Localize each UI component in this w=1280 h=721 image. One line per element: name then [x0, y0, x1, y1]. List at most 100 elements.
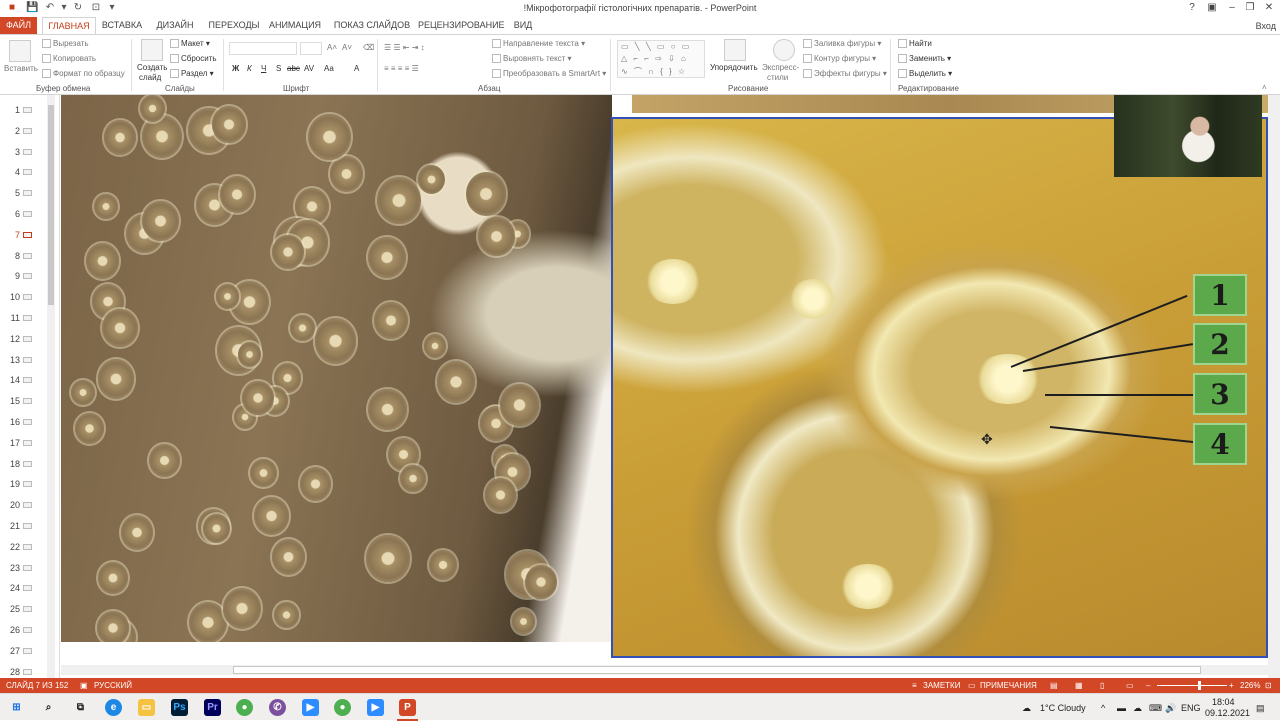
- thumbnail-number[interactable]: 27: [0, 646, 20, 656]
- font-color-button[interactable]: A: [354, 64, 359, 73]
- slide-thumbnail[interactable]: [23, 460, 32, 467]
- tab-view[interactable]: ВИД: [508, 17, 538, 34]
- search-icon[interactable]: ⌕: [40, 699, 57, 716]
- clock-date[interactable]: 09.12.2021: [1205, 708, 1250, 718]
- quick-styles-button[interactable]: Экспресс-: [762, 63, 799, 72]
- file-explorer-icon[interactable]: ▭: [138, 699, 155, 716]
- slide-thumbnail[interactable]: [23, 127, 32, 134]
- micrograph-left-image[interactable]: [61, 95, 612, 642]
- notes-icon[interactable]: ≡: [912, 681, 917, 690]
- thumbnail-number[interactable]: 1: [0, 105, 20, 115]
- thumbnail-number[interactable]: 16: [0, 417, 20, 427]
- clear-format-icon[interactable]: ⌫: [363, 43, 374, 52]
- slide-thumbnail[interactable]: [23, 647, 32, 654]
- slide-thumbnail[interactable]: [23, 523, 32, 529]
- notifications-icon[interactable]: ▤: [1256, 703, 1265, 714]
- start-icon[interactable]: ⊞: [8, 699, 25, 716]
- weather-text[interactable]: 1°C Cloudy: [1040, 703, 1086, 713]
- zoom-slider[interactable]: [1157, 685, 1227, 686]
- slide-thumbnail[interactable]: [23, 273, 32, 280]
- powerpoint-icon[interactable]: P: [399, 699, 416, 716]
- slide-thumbnail[interactable]: [23, 481, 32, 488]
- format-painter-button[interactable]: Формат по образцу: [42, 69, 125, 79]
- signin-link[interactable]: Вход: [1256, 21, 1276, 31]
- shape-fill-button[interactable]: Заливка фигуры ▾: [803, 39, 881, 49]
- replace-button[interactable]: Заменить ▾: [898, 54, 951, 64]
- fit-slide-icon[interactable]: ⊡: [1265, 681, 1272, 690]
- slide-thumbnail[interactable]: [23, 148, 32, 155]
- close-icon[interactable]: ✕: [1262, 1, 1276, 15]
- viber-icon[interactable]: ✆: [269, 699, 286, 716]
- thumbnail-number[interactable]: 7: [0, 230, 20, 240]
- reading-view-icon[interactable]: ▯: [1100, 681, 1104, 690]
- edge-icon[interactable]: e: [105, 699, 122, 716]
- help-icon[interactable]: ?: [1185, 1, 1199, 15]
- thumbnail-number[interactable]: 6: [0, 209, 20, 219]
- volume-icon[interactable]: 🔊: [1165, 703, 1176, 714]
- quick-styles-icon[interactable]: [773, 39, 795, 61]
- slide-thumbnail[interactable]: [23, 668, 32, 675]
- thumbnail-number[interactable]: 25: [0, 604, 20, 614]
- shapes-gallery[interactable]: ▭ ╲ ╲ ▭ ○ ▭ △ ⌐ ⌐ ⇨ ⇩ ⌂ ∿ ⌒ ∩ { } ☆: [617, 40, 705, 78]
- task-view-icon[interactable]: ⧉: [72, 699, 89, 716]
- slide-thumbnail[interactable]: [23, 439, 32, 446]
- new-slide-icon[interactable]: [141, 39, 163, 61]
- language-indicator-tray[interactable]: ENG: [1181, 703, 1201, 713]
- slide-thumbnail[interactable]: [23, 294, 32, 301]
- strikethrough-button[interactable]: abc: [287, 64, 300, 73]
- paste-button[interactable]: Вставить: [4, 64, 38, 73]
- slide-thumbnail[interactable]: [23, 543, 32, 550]
- slide-thumbnail[interactable]: [23, 211, 32, 217]
- language-indicator[interactable]: РУССКИЙ: [94, 681, 132, 690]
- select-button[interactable]: Выделить ▾: [898, 69, 952, 79]
- ribbon-display-icon[interactable]: ▣: [1205, 1, 1219, 15]
- new-slide-button-2[interactable]: слайд: [139, 73, 161, 82]
- slide-thumbnail[interactable]: [23, 169, 32, 176]
- find-button[interactable]: Найти: [898, 39, 932, 49]
- slide-thumbnail[interactable]: [23, 107, 32, 113]
- tab-design[interactable]: ДИЗАЙН: [152, 17, 198, 34]
- thumbnail-number[interactable]: 24: [0, 583, 20, 593]
- slide-thumbnail[interactable]: [23, 606, 32, 613]
- collapse-ribbon-icon[interactable]: ˄: [1262, 83, 1267, 92]
- thumbnail-number[interactable]: 9: [0, 271, 20, 281]
- slide-thumbnail[interactable]: [23, 335, 32, 342]
- comments-icon[interactable]: ▭: [968, 681, 976, 690]
- shadow-button[interactable]: S: [276, 64, 281, 73]
- thumbnail-number[interactable]: 21: [0, 521, 20, 531]
- change-case-button[interactable]: Aa: [324, 64, 334, 73]
- comments-button[interactable]: ПРИМЕЧАНИЯ: [980, 681, 1037, 690]
- slide-thumbnail[interactable]: [23, 356, 32, 363]
- thumbnail-number[interactable]: 22: [0, 542, 20, 552]
- tab-file[interactable]: ФАЙЛ: [0, 17, 37, 34]
- thumbnail-number[interactable]: 13: [0, 355, 20, 365]
- bold-button[interactable]: Ж: [232, 64, 239, 73]
- thumbnail-number[interactable]: 3: [0, 147, 20, 157]
- font-name-input[interactable]: [229, 42, 297, 55]
- shrink-font-icon[interactable]: A˅: [342, 43, 352, 52]
- tray-app-icon[interactable]: ▬: [1117, 703, 1126, 713]
- slide-thumbnail[interactable]: [23, 231, 32, 238]
- arrange-icon[interactable]: [724, 39, 746, 61]
- vertical-scrollbar[interactable]: [1268, 95, 1280, 678]
- grow-font-icon[interactable]: A˄: [327, 43, 337, 52]
- thumbnails-scroll-thumb[interactable]: [48, 105, 54, 305]
- tab-review[interactable]: РЕЦЕНЗИРОВАНИЕ: [418, 17, 505, 34]
- text-direction-button[interactable]: Направление текста ▾: [492, 39, 585, 49]
- slide-sorter-icon[interactable]: ▦: [1075, 681, 1083, 690]
- zoom-in-icon[interactable]: +: [1229, 681, 1234, 690]
- slide-thumbnail[interactable]: [23, 398, 32, 405]
- thumbnail-number[interactable]: 2: [0, 126, 20, 136]
- thumbnail-number[interactable]: 20: [0, 500, 20, 510]
- reset-button[interactable]: Сбросить: [170, 54, 217, 64]
- tab-transitions[interactable]: ПЕРЕХОДЫ: [205, 17, 263, 34]
- slideshow-icon[interactable]: ▭: [1126, 681, 1134, 690]
- thumbnail-number[interactable]: 17: [0, 438, 20, 448]
- bullets-icon[interactable]: ☰ ☰ ⇤ ⇥ ↕: [384, 43, 425, 52]
- thumbnail-number[interactable]: 19: [0, 479, 20, 489]
- tab-home[interactable]: ГЛАВНАЯ: [42, 17, 96, 35]
- font-size-input[interactable]: [300, 42, 322, 55]
- notes-button[interactable]: ЗАМЕТКИ: [923, 681, 960, 690]
- new-slide-button[interactable]: Создать: [137, 63, 167, 72]
- cloud-icon[interactable]: ☁: [1133, 703, 1142, 714]
